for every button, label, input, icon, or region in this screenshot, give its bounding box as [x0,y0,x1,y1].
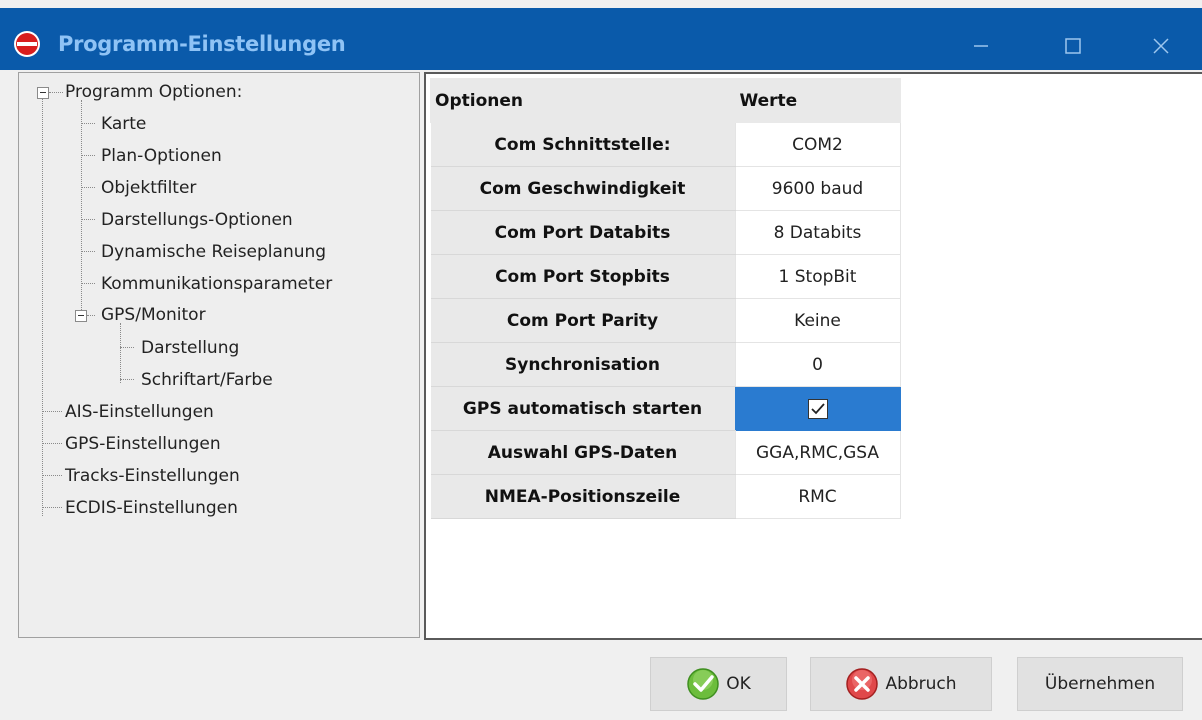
cancel-button-label: Abbruch [885,674,957,694]
tree-collapse-icon[interactable] [37,87,49,99]
table-row: Auswahl GPS-Daten GGA,RMC,GSA [430,430,901,475]
tree-item-gps-monitor[interactable]: GPS/Monitor [101,305,206,325]
column-header-optionen[interactable]: Optionen [430,78,736,123]
table-header-row: Optionen Werte [430,78,901,123]
ok-button-label: OK [726,674,751,694]
checkmark-icon [810,402,825,414]
option-value[interactable]: 1 StopBit [734,254,901,299]
option-label: NMEA-Positionszeile [430,474,735,519]
option-value[interactable]: 8 Databits [734,210,901,255]
tree-item-programm-optionen[interactable]: Programm Optionen: [65,82,242,102]
option-label: Synchronisation [430,342,735,387]
app-logo-icon [14,31,40,57]
apply-button[interactable]: Übernehmen [1017,657,1183,711]
option-value[interactable]: RMC [734,474,901,519]
tree-item-tracks-einstellungen[interactable]: Tracks-Einstellungen [65,466,240,486]
options-tree[interactable]: Programm Optionen: Karte Plan-Optionen O… [18,72,420,638]
column-header-werte[interactable]: Werte [734,78,901,123]
window-title: Programm-Einstellungen [58,32,346,56]
option-label: Com Port Parity [430,298,735,343]
gps-autostart-checkbox[interactable] [807,398,828,419]
table-row: Com Port Stopbits 1 StopBit [430,254,901,299]
option-label: Com Port Stopbits [430,254,735,299]
tree-item-objektfilter[interactable]: Objektfilter [101,178,196,198]
tree-item-karte[interactable]: Karte [101,114,146,134]
cancel-button[interactable]: Abbruch [810,657,992,711]
option-label: Com Schnittstelle: [430,122,735,167]
close-icon [1153,38,1169,54]
tree-item-plan-optionen[interactable]: Plan-Optionen [101,146,222,166]
maximize-button[interactable] [1050,26,1096,66]
apply-button-label: Übernehmen [1044,674,1156,694]
option-value[interactable]: Keine [734,298,901,343]
gps-monitor-collapse-icon[interactable] [75,310,87,322]
tree-item-dynamische-reiseplanung[interactable]: Dynamische Reiseplanung [101,242,326,262]
table-row: Com Geschwindigkeit 9600 baud [430,166,901,211]
gps-autostart-cell[interactable] [734,386,901,431]
settings-window: Programm-Einstellungen Programm Optionen… [0,0,1202,720]
tree-item-ais-einstellungen[interactable]: AIS-Einstellungen [65,402,214,422]
option-label: Com Port Databits [430,210,735,255]
tree-item-schriftart-farbe[interactable]: Schriftart/Farbe [141,370,273,390]
tree-item-darstellungs-optionen[interactable]: Darstellungs-Optionen [101,210,293,230]
minimize-button[interactable] [958,26,1004,66]
table-row: NMEA-Positionszeile RMC [430,474,901,519]
option-label: GPS automatisch starten [430,386,735,431]
option-value[interactable]: 9600 baud [734,166,901,211]
tree-item-darstellung[interactable]: Darstellung [141,338,239,358]
option-value[interactable]: 0 [734,342,901,387]
table-row: Com Schnittstelle: COM2 [430,122,901,167]
table-row: Synchronisation 0 [430,342,901,387]
table-row: Com Port Databits 8 Databits [430,210,901,255]
option-label: Com Geschwindigkeit [430,166,735,211]
close-button[interactable] [1138,26,1184,66]
cancel-x-icon [846,668,879,700]
options-grid-panel[interactable]: Optionen Werte Com Schnittstelle: COM2 C… [424,72,1202,640]
option-value[interactable]: GGA,RMC,GSA [734,430,901,475]
title-bar[interactable]: Programm-Einstellungen [0,8,1202,70]
ok-check-icon [687,668,719,700]
option-value[interactable]: COM2 [734,122,901,167]
minimize-icon [974,45,988,47]
ok-button[interactable]: OK [650,657,787,711]
tree-item-gps-einstellungen[interactable]: GPS-Einstellungen [65,434,221,454]
table-row: GPS automatisch starten [430,386,901,431]
options-table: Optionen Werte Com Schnittstelle: COM2 C… [430,78,901,519]
tree-item-kommunikationsparameter[interactable]: Kommunikationsparameter [101,274,332,294]
maximize-icon [1065,38,1081,54]
tree-item-ecdis-einstellungen[interactable]: ECDIS-Einstellungen [65,498,238,518]
option-label: Auswahl GPS-Daten [430,430,735,475]
table-row: Com Port Parity Keine [430,298,901,343]
